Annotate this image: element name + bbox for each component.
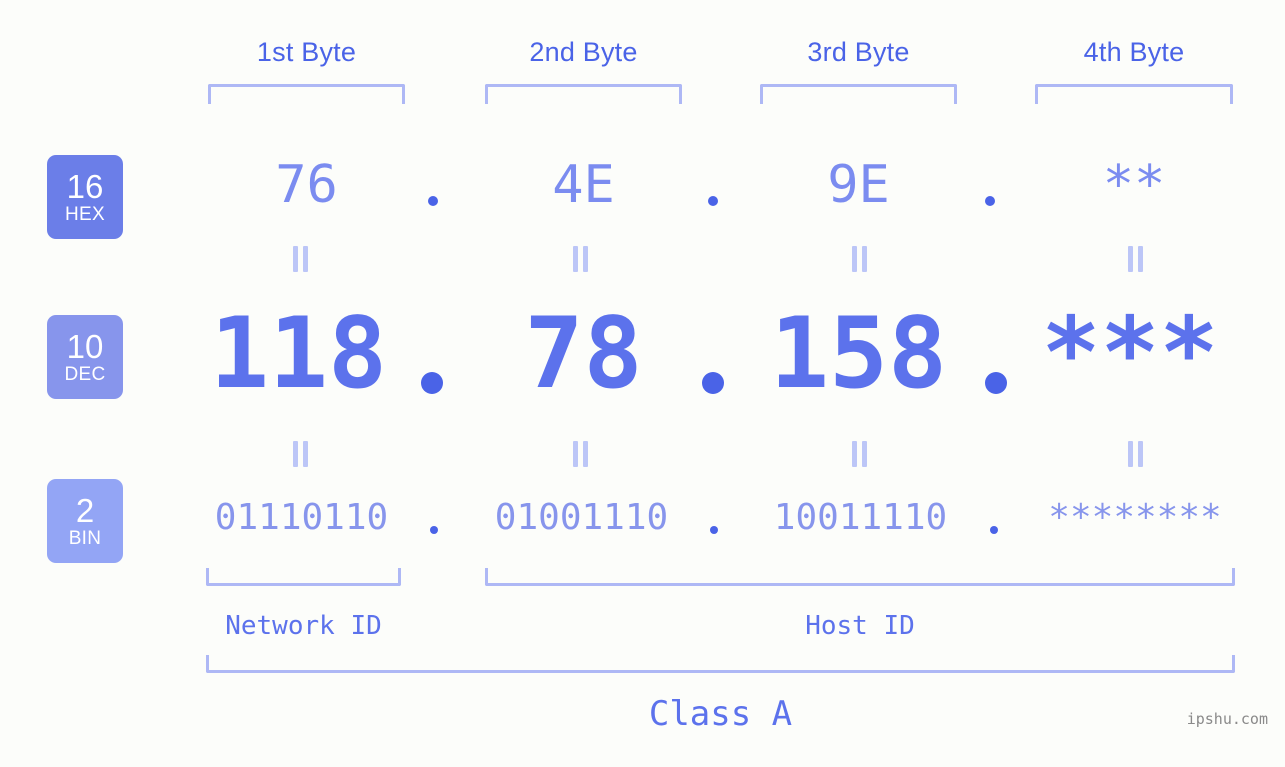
byte-bracket-2: [485, 84, 682, 104]
hex-byte-3: 9E: [827, 155, 890, 215]
class-label: Class A: [648, 694, 793, 734]
network-id-label: Network ID: [225, 611, 382, 641]
radix-badge-dec-number: 10: [66, 327, 104, 365]
dec-byte-2: 78: [524, 297, 643, 411]
hex-dot-separator-2: [708, 196, 718, 206]
byte-bracket-1: [208, 84, 405, 104]
hex-byte-2: 4E: [552, 155, 615, 215]
hex-dot-separator-1: [428, 196, 438, 206]
equals-connector-hex-dec-2: [569, 246, 591, 272]
byte-header-1: 1st Byte: [256, 37, 357, 67]
radix-badge-bin-number: 2: [75, 491, 95, 529]
dec-byte-1: 118: [209, 297, 387, 411]
dec-byte-3: 158: [769, 297, 947, 411]
radix-badge-dec: 10 DEC: [47, 315, 123, 399]
radix-badge-hex: 16 HEX: [47, 155, 123, 239]
bin-byte-3: 10011110: [773, 497, 948, 538]
class-bracket: [206, 655, 1235, 673]
dec-dot-separator-3: [985, 372, 1007, 394]
hex-byte-4: **: [1102, 155, 1166, 215]
equals-connector-dec-bin-4: [1124, 441, 1146, 467]
dec-dot-separator-1: [421, 372, 443, 394]
host-id-bracket: [485, 568, 1235, 586]
equals-connector-dec-bin-1: [289, 441, 311, 467]
radix-badge-hex-number: 16: [66, 167, 104, 205]
dec-dot-separator-2: [702, 372, 724, 394]
hex-byte-1: 76: [275, 155, 338, 215]
bin-byte-4: ********: [1048, 497, 1222, 538]
byte-bracket-3: [760, 84, 957, 104]
equals-connector-hex-dec-4: [1124, 246, 1146, 272]
byte-header-3: 3rd Byte: [807, 37, 910, 67]
radix-badge-hex-word: HEX: [65, 203, 105, 225]
byte-header-2: 2nd Byte: [529, 37, 638, 67]
network-id-bracket: [206, 568, 401, 586]
equals-connector-hex-dec-3: [848, 246, 870, 272]
byte-header-4: 4th Byte: [1083, 37, 1185, 67]
bin-dot-separator-1: [430, 526, 438, 534]
bin-dot-separator-2: [710, 526, 718, 534]
hex-dot-separator-3: [985, 196, 995, 206]
equals-connector-dec-bin-3: [848, 441, 870, 467]
radix-badge-bin: 2 BIN: [47, 479, 123, 563]
byte-bracket-4: [1035, 84, 1233, 104]
ip-address-breakdown-diagram: 1st Byte 2nd Byte 3rd Byte 4th Byte 16 H…: [0, 0, 1285, 767]
dec-byte-4: ***: [1041, 297, 1219, 411]
bin-byte-1: 01110110: [214, 497, 389, 538]
bin-byte-2: 01001110: [494, 497, 669, 538]
radix-badge-bin-word: BIN: [68, 527, 102, 549]
equals-connector-hex-dec-1: [289, 246, 311, 272]
bin-dot-separator-3: [990, 526, 998, 534]
radix-badge-dec-word: DEC: [64, 363, 106, 385]
equals-connector-dec-bin-2: [569, 441, 591, 467]
site-watermark: ipshu.com: [1186, 710, 1268, 728]
host-id-label: Host ID: [805, 611, 915, 641]
